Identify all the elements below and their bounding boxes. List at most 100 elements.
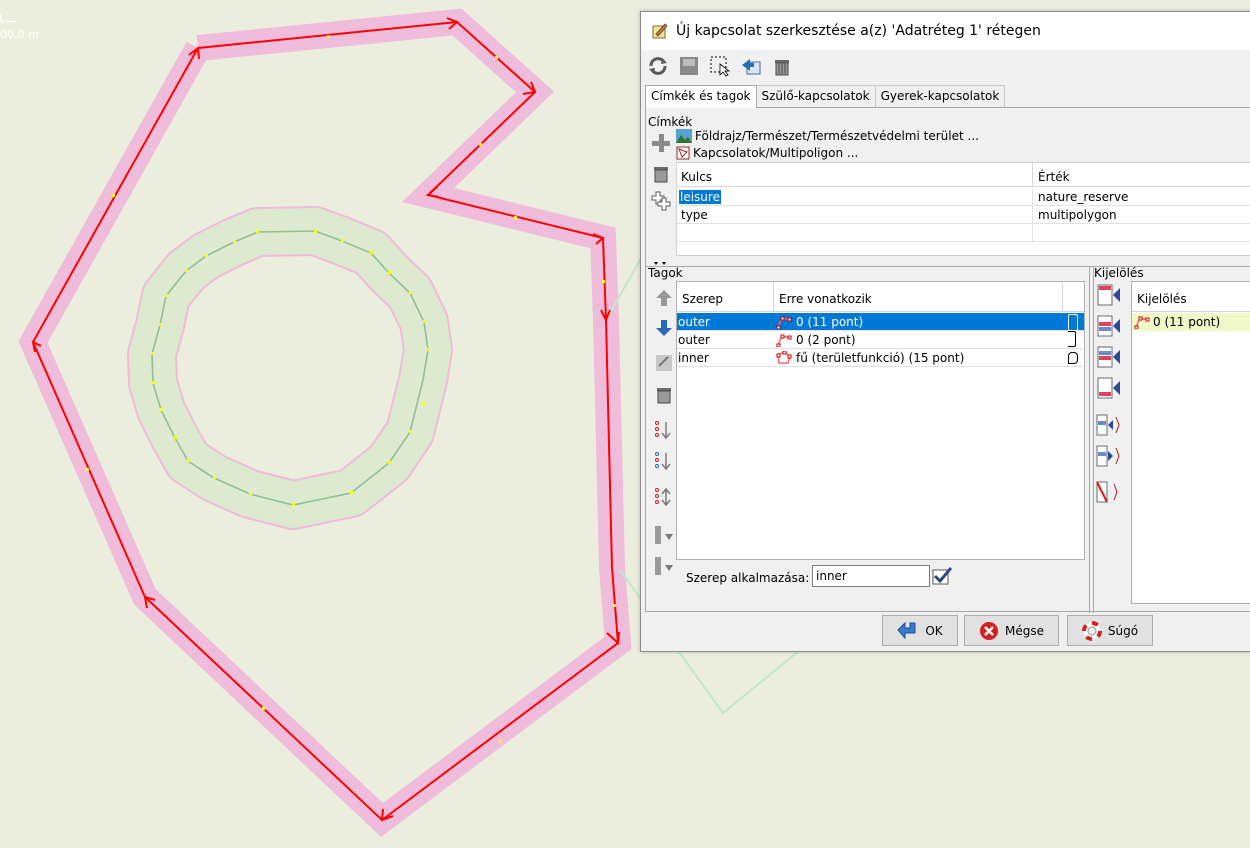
preset-nature-reserve-label: Földrajz/Természet/Természetvédelmi terü…	[695, 129, 979, 143]
select-icon	[710, 56, 730, 77]
add-selected-after-button[interactable]	[1096, 344, 1122, 370]
move-up-button[interactable]	[651, 285, 677, 311]
tag-table-header: Kulcs Érték	[677, 163, 1250, 187]
add-selected-at-end-button[interactable]	[1096, 375, 1122, 401]
column-refers-to: Erre vonatkozik	[779, 292, 872, 306]
sort-icon	[655, 421, 671, 440]
ok-arrow-icon	[897, 621, 916, 639]
remove-selected-button[interactable]	[1096, 479, 1122, 505]
help-button[interactable]: Súgó	[1067, 615, 1153, 646]
add-before-icon	[1097, 315, 1120, 337]
cancel-button[interactable]: Mégse	[964, 615, 1059, 646]
selection-item-label: 0 (11 pont)	[1153, 315, 1221, 329]
member-row[interactable]: outer 0 (2 pont)	[677, 331, 1084, 349]
apply-role-button[interactable]	[929, 563, 955, 589]
zoom-to-relation-button[interactable]	[738, 54, 763, 79]
edit-member-button[interactable]	[651, 350, 677, 376]
connection-marker	[1068, 352, 1078, 364]
connection-marker	[1068, 314, 1078, 331]
members-section-label: Tagok	[648, 266, 683, 280]
tag-value[interactable]: multipolygon	[1038, 208, 1117, 222]
member-refers-to: fű (területfunkció) (15 pont)	[796, 351, 965, 365]
members-table-header: Szerep Erre vonatkozik	[677, 282, 1084, 312]
trash-icon	[657, 388, 671, 404]
outer-way-fill	[18, 8, 632, 837]
add-after-icon	[1097, 346, 1120, 368]
cancel-icon	[980, 621, 998, 640]
add-selected-at-start-button[interactable]	[1096, 282, 1122, 308]
download-selected-icon	[655, 557, 673, 575]
member-row[interactable]: inner fű (területfunkció) (15 pont)	[677, 349, 1084, 367]
member-role: inner	[678, 351, 709, 365]
tag-row[interactable]: leisure nature_reserve	[677, 188, 1250, 206]
multipolygon-icon	[676, 146, 690, 160]
add-at-start-icon	[1097, 284, 1120, 306]
sort-below-button[interactable]	[651, 448, 677, 474]
selection-table: Kijelölés 0 (11 pont)	[1131, 281, 1250, 604]
tag-row-empty[interactable]	[677, 224, 1250, 242]
download-selected-members-button[interactable]	[651, 553, 677, 579]
scale-bar	[0, 14, 16, 22]
ok-label: OK	[925, 623, 943, 638]
apply-role-label: Szerep alkalmazása:	[686, 571, 810, 585]
dialog-toolbar	[645, 52, 794, 80]
divider	[646, 266, 1250, 267]
sort-below-icon	[655, 452, 671, 471]
member-refers-to: 0 (11 pont)	[796, 315, 864, 329]
members-table: Szerep Erre vonatkozik outer 0 (11 pont)…	[676, 281, 1085, 560]
tag-row[interactable]: type multipolygon	[677, 206, 1250, 224]
delete-relation-button[interactable]	[769, 54, 794, 79]
divider	[1093, 267, 1094, 613]
lifebuoy-icon	[1081, 620, 1102, 641]
sort-members-button[interactable]	[651, 417, 677, 443]
selection-row[interactable]: 0 (11 pont)	[1132, 313, 1250, 331]
checkmark-icon	[932, 567, 952, 585]
add-tag-button[interactable]	[648, 130, 674, 156]
tag-key[interactable]: leisure	[679, 190, 721, 204]
help-label: Súgó	[1107, 623, 1139, 638]
arrow-down-icon	[656, 320, 672, 336]
tab-parent-relations[interactable]: Szülő-kapcsolatok	[755, 85, 876, 107]
member-row[interactable]: outer 0 (11 pont)	[677, 313, 1084, 331]
preset-link-nature-reserve[interactable]: Földrajz/Természet/Természetvédelmi terü…	[676, 129, 979, 143]
remove-member-button[interactable]	[651, 382, 677, 408]
tag-value[interactable]: nature_reserve	[1038, 190, 1128, 204]
tab-tags-and-members[interactable]: Címkék és tagok	[645, 85, 757, 108]
zoom-icon	[741, 59, 760, 75]
plus-icon	[652, 134, 670, 152]
cancel-label: Mégse	[1005, 623, 1044, 638]
ok-button[interactable]: OK	[882, 615, 958, 646]
connection-marker	[1068, 331, 1076, 347]
member-role: outer	[678, 315, 710, 329]
dialog-titlebar[interactable]: Új kapcsolat szerkesztése a(z) 'Adatréte…	[641, 12, 1250, 50]
selection-section-label: Kijelölés	[1094, 266, 1144, 280]
closed-way-icon	[776, 351, 792, 364]
reverse-members-button[interactable]	[651, 484, 677, 510]
column-value: Érték	[1038, 170, 1070, 184]
divider	[1089, 267, 1090, 613]
select-in-relation-icon	[1096, 445, 1120, 467]
preset-link-multipolygon[interactable]: Kapcsolatok/Multipoligon ...	[676, 146, 858, 160]
move-down-button[interactable]	[651, 315, 677, 341]
refresh-button[interactable]	[645, 54, 670, 79]
paste-tags-button[interactable]	[648, 188, 674, 214]
download-members-button[interactable]	[651, 522, 677, 548]
column-role: Szerep	[682, 292, 723, 306]
select-members-button[interactable]	[1096, 412, 1122, 438]
way-icon	[1134, 316, 1150, 329]
member-role: outer	[678, 333, 710, 347]
preset-multipolygon-label: Kapcsolatok/Multipoligon ...	[693, 146, 859, 160]
add-selected-before-button[interactable]	[1096, 313, 1122, 339]
select-members-icon	[1096, 414, 1120, 436]
tab-child-relations[interactable]: Gyerek-kapcsolatok	[874, 85, 1006, 107]
select-button[interactable]	[707, 54, 732, 79]
apply-role-input[interactable]	[812, 565, 930, 587]
select-in-relation-button[interactable]	[1096, 443, 1122, 469]
delete-tag-button[interactable]	[648, 160, 674, 186]
dialog-tabs: Címkék és tagok Szülő-kapcsolatok Gyerek…	[645, 85, 1006, 108]
trash-icon	[774, 60, 789, 76]
tag-key[interactable]: type	[681, 208, 708, 222]
way-icon	[776, 334, 792, 347]
save-button[interactable]	[676, 54, 701, 79]
member-refers-to: 0 (2 pont)	[796, 333, 856, 347]
